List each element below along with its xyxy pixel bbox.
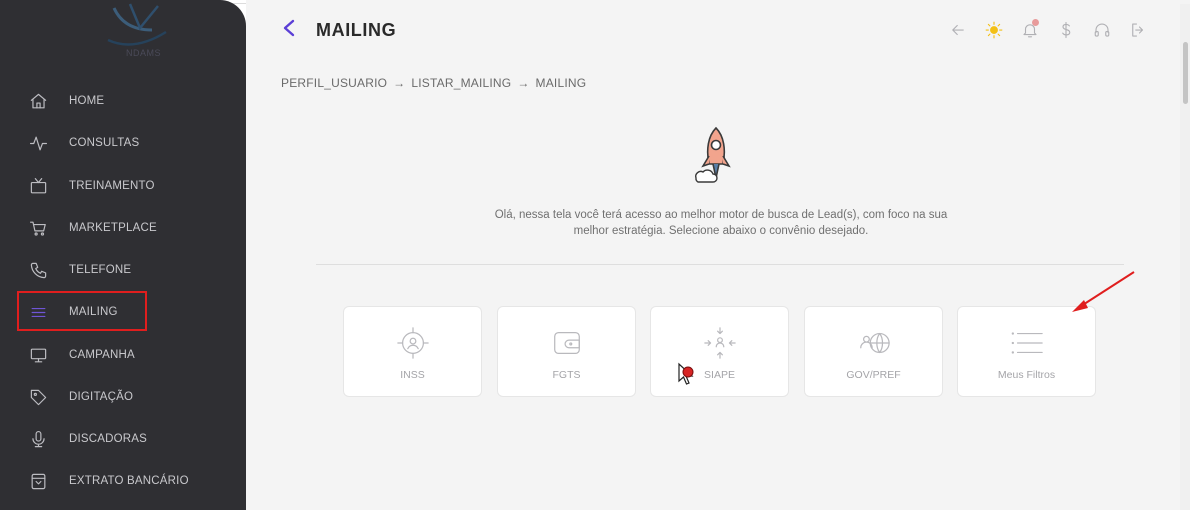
red-arrow-annotation — [1072, 271, 1135, 312]
sidebar-item-label: EXTRATO BANCÁRIO — [69, 475, 189, 487]
card-label: GOV/PREF — [846, 369, 901, 381]
tag-icon — [28, 387, 48, 407]
brand-logo-text: NDAMS — [126, 48, 162, 58]
sidebar-item-discadoras[interactable]: DISCADORAS — [28, 424, 147, 454]
sidebar-item-label: DISCADORAS — [69, 433, 148, 445]
sidebar-item-treinamento[interactable]: TREINAMENTO — [28, 171, 155, 201]
user-globe-icon — [856, 325, 892, 361]
mouse-cursor-icon — [678, 362, 694, 385]
header-actions — [946, 18, 1162, 42]
card-siape[interactable]: SIAPE — [650, 306, 789, 397]
notification-dot — [1032, 19, 1039, 26]
sidebar-item-extrato-bancario[interactable]: EXTRATO BANCÁRIO — [28, 466, 189, 496]
page-title: MAILING — [316, 20, 397, 40]
breadcrumb-item: MAILING — [535, 76, 587, 90]
headset-icon[interactable] — [1090, 18, 1114, 42]
home-icon — [28, 91, 48, 111]
sidebar-item-consultas[interactable]: CONSULTAS — [28, 128, 139, 158]
sidebar-item-label: MAILING — [69, 306, 118, 318]
breadcrumb: PERFIL_USUARIO → LISTAR_MAILING → MAILIN… — [281, 76, 592, 90]
breadcrumb-separator: → — [393, 76, 406, 90]
sidebar-item-label: DIGITAÇÃO — [69, 391, 134, 403]
sidebar-item-label: CAMPANHA — [69, 349, 135, 361]
sun-icon[interactable] — [982, 18, 1006, 42]
sidebar-item-label: TREINAMENTO — [69, 180, 155, 192]
divider — [316, 264, 1124, 265]
dollar-icon[interactable] — [1054, 18, 1078, 42]
bell-icon[interactable] — [1018, 18, 1042, 42]
sidebar-item-label: TELEFONE — [69, 264, 132, 276]
card-inss[interactable]: INSS — [343, 306, 482, 397]
list-filter-icon — [1009, 325, 1045, 361]
sidebar-item-telefone[interactable]: TELEFONE — [28, 255, 131, 285]
mic-icon — [28, 429, 48, 449]
card-label: SIAPE — [704, 369, 735, 381]
card-label: INSS — [400, 369, 425, 381]
sidebar-item-marketplace[interactable]: MARKETPLACE — [28, 213, 157, 243]
back-button[interactable] — [282, 19, 302, 41]
sidebar: NDAMS HOME CONSULTAS TREINAMENTO MARKETP… — [0, 0, 246, 510]
chevron-left-icon — [283, 19, 295, 37]
sidebar-item-label: MARKETPLACE — [69, 222, 157, 234]
wallet-icon — [549, 325, 585, 361]
card-gov-pref[interactable]: GOV/PREF — [804, 306, 943, 397]
phone-icon — [28, 260, 48, 280]
breadcrumb-item[interactable]: PERFIL_USUARIO — [281, 76, 387, 90]
card-label: FGTS — [552, 369, 581, 381]
tv-icon — [28, 176, 48, 196]
logout-icon[interactable] — [1126, 18, 1150, 42]
scrollbar-thumb[interactable] — [1183, 42, 1188, 104]
converge-user-icon — [702, 325, 738, 361]
arrow-left-icon[interactable] — [946, 18, 970, 42]
card-meus-filtros[interactable]: Meus Filtros — [957, 306, 1096, 397]
sidebar-item-campanha[interactable]: CAMPANHA — [28, 340, 135, 370]
activity-icon — [28, 133, 48, 153]
sidebar-item-mailing[interactable]: MAILING — [28, 297, 118, 327]
rocket-icon — [695, 126, 731, 183]
card-fgts[interactable]: FGTS — [497, 306, 636, 397]
breadcrumb-separator: → — [517, 76, 530, 90]
target-user-icon — [395, 325, 431, 361]
card-label: Meus Filtros — [997, 369, 1056, 381]
sidebar-item-label: CONSULTAS — [69, 137, 140, 149]
intro-text: Olá, nessa tela você terá acesso ao melh… — [494, 209, 948, 237]
sidebar-item-label: HOME — [69, 95, 105, 107]
monitor-icon — [28, 345, 48, 365]
sidebar-item-digitacao[interactable]: DIGITAÇÃO — [28, 382, 133, 412]
list-icon — [28, 302, 48, 322]
sidebar-item-home[interactable]: HOME — [28, 86, 104, 116]
cart-icon — [28, 218, 48, 238]
breadcrumb-item[interactable]: LISTAR_MAILING — [411, 76, 511, 90]
receipt-icon — [28, 471, 48, 491]
